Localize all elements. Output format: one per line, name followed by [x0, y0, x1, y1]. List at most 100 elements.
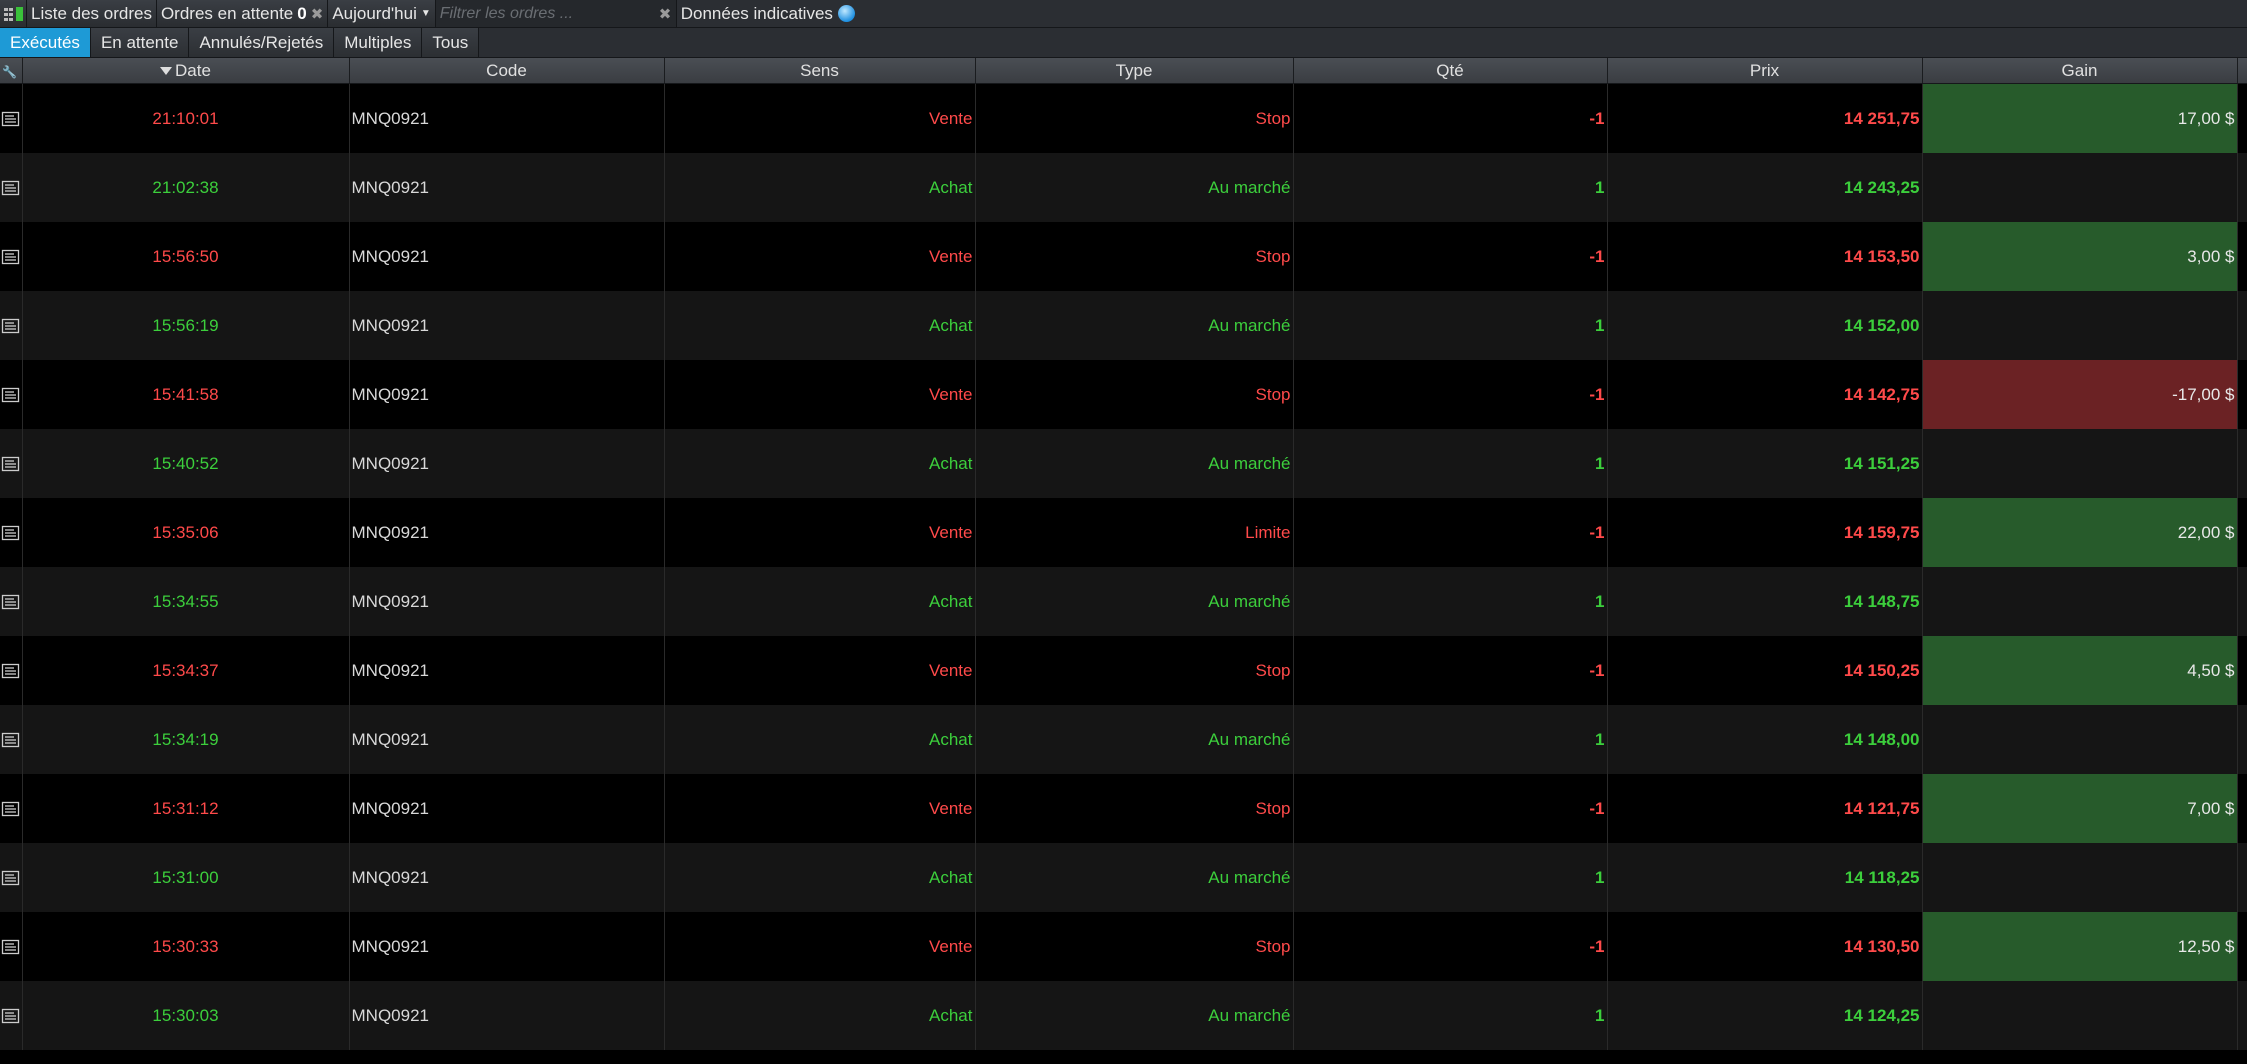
column-header-date[interactable]: Date — [22, 58, 350, 84]
cell-gain: 7,00 $ — [1922, 774, 2238, 843]
cell-type: Au marché — [975, 705, 1294, 774]
order-details-cell[interactable] — [0, 498, 23, 567]
pending-orders-indicator[interactable]: Ordres en attente 0 ✖ — [156, 0, 329, 27]
table-row[interactable]: 15:56:19 MNQ0921 Achat Au marché 1 14 152,00 — [0, 291, 2247, 360]
date-filter-value: Aujourd'hui — [332, 3, 417, 23]
table-row[interactable]: 15:30:33 MNQ0921 Vente Stop -1 14 130,50 12,50… — [0, 912, 2247, 981]
info-bubble-icon[interactable] — [837, 5, 855, 22]
order-details-icon[interactable] — [1, 1006, 21, 1026]
cell-type: Stop — [975, 912, 1294, 981]
table-row[interactable]: 15:34:55 MNQ0921 Achat Au marché 1 14 148,75 — [0, 567, 2247, 636]
grid-icon — [3, 7, 13, 21]
clear-filter-icon[interactable]: ✖ — [659, 5, 672, 23]
order-details-cell[interactable] — [0, 153, 23, 222]
cell-sens: Vente — [664, 912, 976, 981]
table-row[interactable]: 15:30:03 MNQ0921 Achat Au marché 1 14 124,25 — [0, 981, 2247, 1050]
cell-prix: 14 251,75 — [1607, 83, 1923, 153]
column-header-gain[interactable]: Gain — [1922, 58, 2238, 84]
cell-date: 15:31:12 — [22, 774, 350, 843]
cell-gain — [1922, 705, 2238, 774]
sort-descending-icon — [160, 66, 173, 75]
table-row[interactable]: 15:41:58 MNQ0921 Vente Stop -1 14 142,75 -17,0… — [0, 360, 2247, 429]
column-header-prix[interactable]: Prix — [1607, 58, 1923, 84]
cell-prix: 14 148,75 — [1607, 567, 1923, 636]
order-details-icon[interactable] — [1, 247, 21, 267]
cell-code: MNQ0921 — [349, 83, 665, 153]
date-filter-dropdown[interactable]: Aujourd'hui ▼ — [328, 0, 436, 27]
cell-code: MNQ0921 — [349, 360, 665, 429]
order-details-icon[interactable] — [1, 454, 21, 474]
order-details-icon[interactable] — [1, 730, 21, 750]
cell-gain: 22,00 $ — [1922, 498, 2238, 567]
cell-qte: 1 — [1293, 705, 1608, 774]
cell-code: MNQ0921 — [349, 153, 665, 222]
cell-qte: -1 — [1293, 912, 1608, 981]
cell-code: MNQ0921 — [349, 291, 665, 360]
cell-qte: 1 — [1293, 981, 1608, 1050]
cell-prix: 14 121,75 — [1607, 774, 1923, 843]
cell-code: MNQ0921 — [349, 498, 665, 567]
column-header-type[interactable]: Type — [975, 58, 1294, 84]
order-details-icon[interactable] — [1, 178, 21, 198]
cell-sens: Vente — [664, 774, 976, 843]
cell-date: 15:56:50 — [22, 222, 350, 291]
tab-tous[interactable]: Tous — [422, 28, 480, 57]
column-header-qte[interactable]: Qté — [1293, 58, 1608, 84]
order-details-cell[interactable] — [0, 222, 23, 291]
tab-multiples[interactable]: Multiples — [334, 28, 423, 57]
cell-date: 21:02:38 — [22, 153, 350, 222]
tab-en-attente[interactable]: En attente — [90, 28, 190, 57]
order-details-cell[interactable] — [0, 912, 23, 981]
panel-menu-icon[interactable] — [0, 0, 27, 27]
order-details-cell[interactable] — [0, 636, 23, 705]
top-toolbar: Liste des ordres Ordres en attente 0 ✖ A… — [0, 0, 2247, 28]
cell-prix: 14 142,75 — [1607, 360, 1923, 429]
cell-prix: 14 150,25 — [1607, 636, 1923, 705]
column-header-code[interactable]: Code — [349, 58, 665, 84]
table-row[interactable]: 15:31:00 MNQ0921 Achat Au marché 1 14 118,25 — [0, 843, 2247, 912]
order-details-icon[interactable] — [1, 109, 21, 129]
cell-gain — [1922, 843, 2238, 912]
table-row[interactable]: 15:35:06 MNQ0921 Vente Limite -1 14 159,75 22,… — [0, 498, 2247, 567]
order-details-icon[interactable] — [1, 592, 21, 612]
table-row[interactable]: 21:10:01 MNQ0921 Vente Stop -1 14 251,75 17,00… — [0, 83, 2247, 153]
cell-date: 15:31:00 — [22, 843, 350, 912]
table-row[interactable]: 15:31:12 MNQ0921 Vente Stop -1 14 121,75 7,00 … — [0, 774, 2247, 843]
column-header-sens[interactable]: Sens — [664, 58, 976, 84]
order-details-cell[interactable] — [0, 291, 23, 360]
table-row[interactable]: 15:56:50 MNQ0921 Vente Stop -1 14 153,50 3,00 … — [0, 222, 2247, 291]
table-row[interactable]: 21:02:38 MNQ0921 Achat Au marché 1 14 243,25 — [0, 153, 2247, 222]
order-details-cell[interactable] — [0, 360, 23, 429]
order-details-cell[interactable] — [0, 567, 23, 636]
pending-orders-label: Ordres en attente — [160, 3, 294, 23]
order-details-icon[interactable] — [1, 799, 21, 819]
cell-gain: 4,50 $ — [1922, 636, 2238, 705]
order-details-icon[interactable] — [1, 316, 21, 336]
table-row[interactable]: 15:34:19 MNQ0921 Achat Au marché 1 14 148,00 — [0, 705, 2247, 774]
order-details-cell[interactable] — [0, 705, 23, 774]
cell-prix: 14 159,75 — [1607, 498, 1923, 567]
order-details-cell[interactable] — [0, 83, 23, 153]
order-details-icon[interactable] — [1, 661, 21, 681]
cell-sens: Achat — [664, 291, 976, 360]
tab-annules-rejetes[interactable]: Annulés/Rejetés — [189, 28, 335, 57]
table-row[interactable]: 15:40:52 MNQ0921 Achat Au marché 1 14 151,25 — [0, 429, 2247, 498]
table-header-row: 🔧 Date Code Sens Type Qté Prix Gain — [0, 58, 2247, 84]
order-details-cell[interactable] — [0, 981, 23, 1050]
order-details-cell[interactable] — [0, 843, 23, 912]
panel-title-text: Liste des ordres — [31, 3, 152, 23]
order-details-icon[interactable] — [1, 523, 21, 543]
cancel-pending-icon[interactable]: ✖ — [311, 5, 324, 23]
column-tools[interactable]: 🔧 — [0, 58, 23, 84]
tab-executes[interactable]: Exécutés — [0, 28, 91, 57]
order-details-icon[interactable] — [1, 937, 21, 957]
order-details-cell[interactable] — [0, 774, 23, 843]
settings-wrench-icon[interactable]: 🔧 — [2, 65, 17, 79]
table-row[interactable]: 15:34:37 MNQ0921 Vente Stop -1 14 150,25 4,50 … — [0, 636, 2247, 705]
chevron-down-icon: ▼ — [420, 8, 431, 19]
order-details-icon[interactable] — [1, 385, 21, 405]
filter-input[interactable] — [435, 2, 659, 25]
order-details-cell[interactable] — [0, 429, 23, 498]
order-details-icon[interactable] — [1, 868, 21, 888]
cell-gain — [1922, 567, 2238, 636]
